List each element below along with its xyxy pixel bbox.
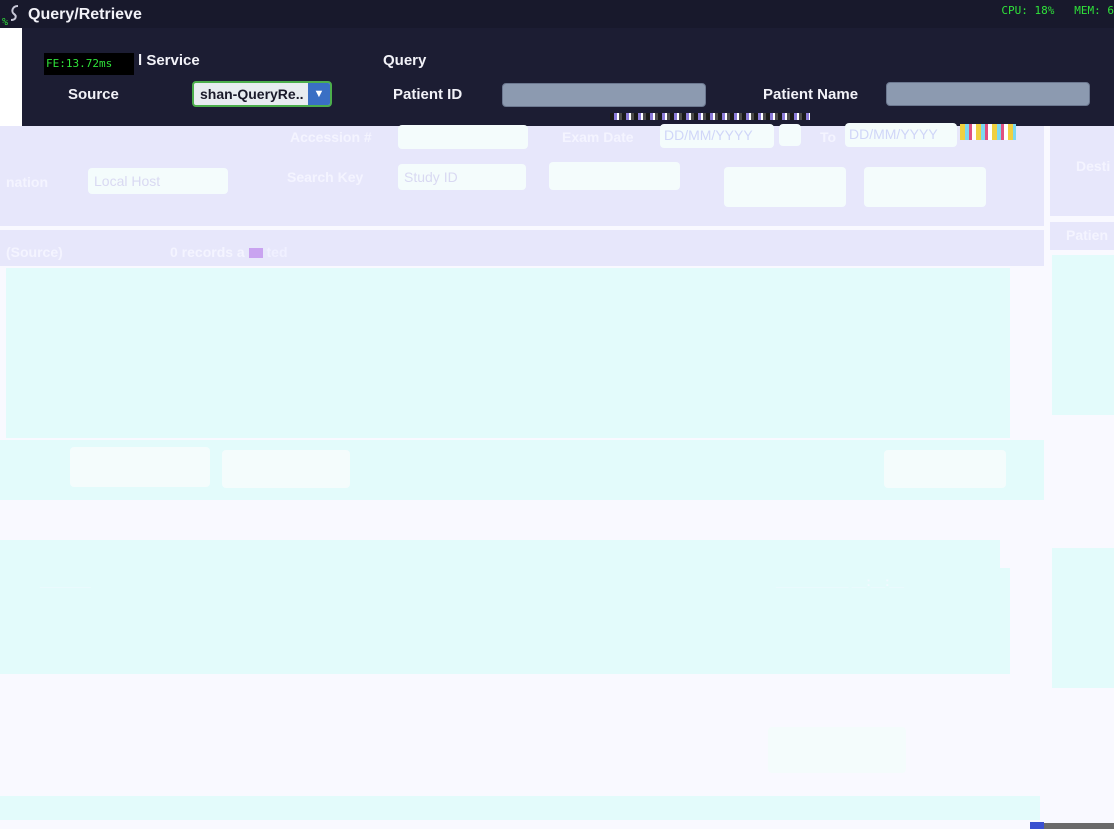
perf-overlay-pct: % [2,17,9,28]
right-patient-label: Patien [1066,227,1109,243]
source-results-grid[interactable] [6,268,1010,438]
toolbar-button-1[interactable] [70,447,210,487]
right-destination-label: Desti [1076,158,1111,174]
app-icon [10,5,19,21]
results-header-bar [0,230,1044,266]
series-row-id[interactable]: _______ [40,574,91,589]
series-side-panel [1052,548,1114,688]
search-key-select[interactable]: Study ID [398,164,526,190]
title-bar [0,0,1114,28]
bottom-status-strip [0,796,1040,820]
perf-overlay-cpu: CPU: 18% MEM: 6 [1001,4,1114,17]
chevron-down-icon[interactable]: ▼ [308,83,330,105]
patient-id-input[interactable] [502,83,706,107]
service-label: l Service [138,52,200,69]
destination-label: nation [6,174,48,190]
accession-input[interactable] [398,125,528,149]
patient-id-label: Patient ID [393,86,463,103]
search-value-input[interactable] [549,162,680,190]
destination-select[interactable]: Local Host [88,168,228,194]
query-label: Query [383,52,427,69]
records-count-text: 0 records a [170,244,245,260]
series-grid-header [0,540,1000,568]
query-header-panel [22,28,1114,126]
left-edge [0,28,22,126]
records-count-suffix: ted [266,244,288,260]
patient-name-input[interactable] [886,82,1090,106]
search-key-label: Search Key [287,169,364,185]
accession-label: Accession # [290,129,372,145]
window-title: Query/Retrieve [28,6,142,23]
exam-date-from-input[interactable]: DD/MM/YYYY [660,124,774,148]
exam-date-label: Exam Date [562,129,634,145]
patient-info-panel [1052,255,1114,415]
toolbar-button-3[interactable] [884,450,1006,488]
retrieve-button[interactable] [768,727,906,773]
patient-name-label: Patient Name [763,86,859,103]
corner-artifact [1044,823,1114,829]
glitch-block [248,248,263,259]
series-row-date[interactable]: __________ __:__:__ [776,574,904,589]
query-button[interactable] [724,167,846,207]
render-glitch [960,124,1016,140]
source-select-value: shan-QueryRe.. [200,86,304,102]
calendar-icon[interactable] [779,124,801,146]
exam-date-to-input[interactable]: DD/MM/YYYY [845,123,957,147]
corner-artifact [1030,822,1044,829]
exam-date-from-placeholder: DD/MM/YYYY [664,127,753,143]
to-label: To [820,129,837,145]
toolbar-button-2[interactable] [222,450,350,488]
source-section-label: (Source) [6,244,63,260]
destination-value: Local Host [94,173,161,189]
records-count: 0 records a ted [170,244,288,260]
exam-date-to-placeholder: DD/MM/YYYY [849,126,938,142]
clear-button[interactable] [864,167,986,207]
perf-overlay-frame: FE:13.72ms [44,53,134,75]
source-select[interactable]: shan-QueryRe.. ▼ [192,81,332,107]
render-glitch [610,113,810,120]
source-label: Source [68,86,119,103]
search-key-value: Study ID [404,169,458,185]
